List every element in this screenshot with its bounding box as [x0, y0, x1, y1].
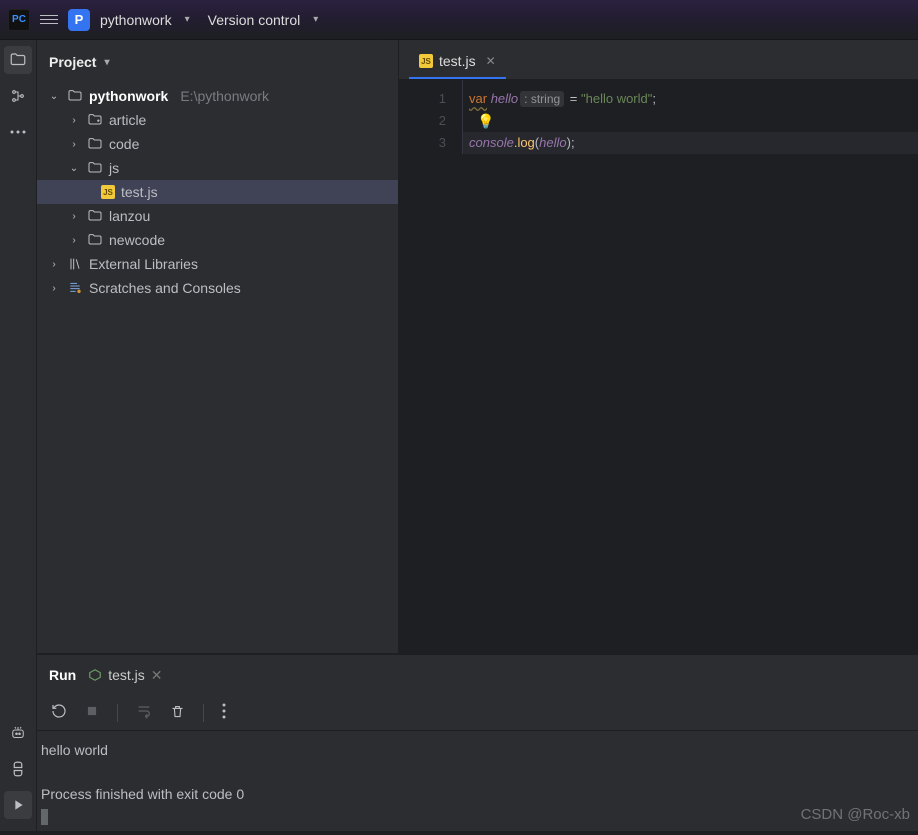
console-caret [41, 809, 48, 825]
version-control-menu[interactable]: Version control [208, 12, 301, 28]
js-file-icon: JS [101, 185, 115, 199]
ai-tool-button[interactable] [4, 719, 32, 747]
tree-path: E:\pythonwork [180, 88, 269, 104]
tree-label: test.js [121, 184, 158, 200]
editor-tab-test-js[interactable]: JS test.js ✕ [409, 47, 506, 79]
scratches-icon [67, 280, 83, 296]
run-tool-label[interactable]: Run [49, 667, 76, 683]
line-number: 2 [399, 110, 462, 132]
expand-toggle[interactable]: › [67, 115, 81, 126]
python-icon [9, 760, 27, 778]
more-tools-button[interactable] [4, 118, 32, 146]
chevron-down-icon[interactable]: ▾ [185, 14, 190, 25]
editor-area: JS test.js ✕ 1 2 3 var hello: string = "… [399, 40, 918, 654]
folder-icon [87, 232, 103, 248]
more-actions-button[interactable] [222, 703, 226, 722]
run-config-tab[interactable]: test.js ✕ [88, 667, 162, 684]
project-badge: P [68, 9, 90, 31]
tree-label: pythonwork [89, 88, 168, 104]
project-panel-title: Project [49, 54, 96, 70]
expand-toggle[interactable]: › [67, 211, 81, 222]
play-icon [10, 797, 26, 813]
left-tool-strip [0, 40, 37, 831]
structure-tool-button[interactable] [4, 82, 32, 110]
folder-icon [87, 160, 103, 176]
close-icon[interactable]: ✕ [151, 667, 163, 684]
close-tab-button[interactable]: ✕ [486, 54, 496, 68]
expand-toggle[interactable]: ⌄ [67, 163, 81, 174]
run-tool-button[interactable] [4, 791, 32, 819]
rerun-button[interactable] [51, 703, 67, 722]
chevron-down-icon[interactable]: ▾ [313, 14, 318, 25]
editor-tab-bar: JS test.js ✕ [399, 40, 918, 80]
tree-file-test-js[interactable]: JS test.js [37, 180, 398, 204]
folder-icon [87, 208, 103, 224]
folder-icon [9, 51, 27, 69]
top-bar: PC P pythonwork ▾ Version control ▾ [0, 0, 918, 40]
structure-icon [10, 88, 26, 104]
soft-wrap-button[interactable] [136, 703, 152, 722]
expand-toggle[interactable]: › [47, 283, 61, 294]
project-name[interactable]: pythonwork [100, 12, 172, 28]
line-number: 1 [399, 88, 462, 110]
code-line[interactable]: console.log(hello); [463, 132, 918, 154]
js-file-icon: JS [419, 54, 433, 68]
expand-toggle[interactable]: › [67, 139, 81, 150]
project-panel: Project ▾ ⌄ pythonwork E:\pythonwork › a… [37, 40, 399, 654]
run-console[interactable]: hello world Process finished with exit c… [37, 731, 918, 835]
tree-folder-code[interactable]: › code [37, 132, 398, 156]
tree-folder-article[interactable]: › article [37, 108, 398, 132]
tree-label: newcode [109, 232, 165, 248]
run-panel-header: Run test.js ✕ [37, 655, 918, 695]
tree-scratches[interactable]: › Scratches and Consoles [37, 276, 398, 300]
stop-button[interactable] [85, 704, 99, 721]
code-line[interactable]: var hello: string = "hello world"; [463, 88, 918, 110]
code-line[interactable]: 💡 [463, 110, 918, 132]
run-panel: Run test.js ✕ hello world Process finish… [37, 654, 918, 831]
dots-icon [10, 130, 26, 134]
clear-button[interactable] [170, 704, 185, 722]
code-editor[interactable]: 1 2 3 var hello: string = "hello world";… [399, 80, 918, 154]
project-tree[interactable]: ⌄ pythonwork E:\pythonwork › article › c… [37, 84, 398, 300]
bot-icon [9, 724, 27, 742]
watermark: CSDN @Roc-xb [801, 806, 910, 823]
source[interactable]: var hello: string = "hello world"; 💡 con… [463, 80, 918, 154]
gutter: 1 2 3 [399, 80, 463, 154]
ide-logo: PC [8, 9, 30, 31]
tree-label: code [109, 136, 139, 152]
console-output: hello world [41, 739, 914, 761]
tree-label: Scratches and Consoles [89, 280, 241, 296]
expand-toggle[interactable]: › [67, 235, 81, 246]
node-icon [88, 668, 102, 682]
expand-toggle[interactable]: ⌄ [47, 91, 61, 102]
folder-icon [87, 112, 103, 128]
main-menu-button[interactable] [40, 15, 58, 24]
tree-external-libraries[interactable]: › External Libraries [37, 252, 398, 276]
python-console-button[interactable] [4, 755, 32, 783]
tab-label: test.js [439, 53, 476, 69]
folder-icon [67, 88, 83, 104]
project-panel-header[interactable]: Project ▾ [37, 40, 398, 84]
tree-folder-js[interactable]: ⌄ js [37, 156, 398, 180]
console-output: Process finished with exit code 0 [41, 783, 914, 805]
tree-label: External Libraries [89, 256, 198, 272]
bulb-icon[interactable]: 💡 [477, 113, 494, 129]
folder-icon [87, 136, 103, 152]
project-tool-button[interactable] [4, 46, 32, 74]
tree-label: js [109, 160, 119, 176]
tree-folder-lanzou[interactable]: › lanzou [37, 204, 398, 228]
tree-root[interactable]: ⌄ pythonwork E:\pythonwork [37, 84, 398, 108]
expand-toggle[interactable]: › [47, 259, 61, 270]
chevron-down-icon[interactable]: ▾ [104, 57, 109, 68]
run-toolbar [37, 695, 918, 731]
tree-folder-newcode[interactable]: › newcode [37, 228, 398, 252]
line-number: 3 [399, 132, 462, 154]
library-icon [67, 256, 83, 272]
tree-label: lanzou [109, 208, 150, 224]
tree-label: article [109, 112, 146, 128]
run-config-name: test.js [108, 667, 145, 683]
